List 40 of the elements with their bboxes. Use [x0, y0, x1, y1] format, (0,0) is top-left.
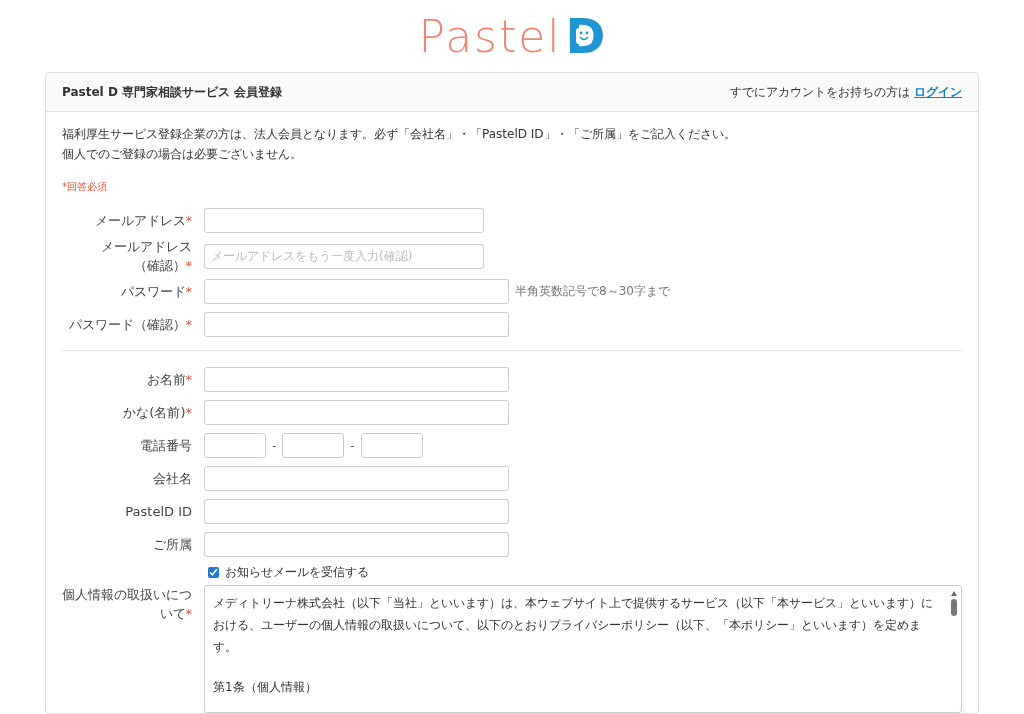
text-input-field[interactable]	[204, 367, 509, 392]
privacy-policy-box[interactable]: メディトリーナ株式会社（以下「当社」といいます）は、本ウェブサイト上で提供するサービス（以下「本サービス」といいます）における、ユーザーの個人情報の取扱いについて、以下のとおりプライバシーポリシー（以下、「本ポリシー」といいます）を定めます。 第1条（個人情報）	[204, 585, 962, 713]
phone-input-field[interactable]	[204, 433, 266, 458]
field-label: 個人情報の取扱いについて*	[62, 586, 192, 623]
field-hint: 半角英数記号で8～30字まで	[515, 283, 670, 300]
policy-paragraph: 第1条（個人情報）	[213, 679, 318, 696]
field-label: メールアドレス*	[93, 212, 192, 230]
field-label: お名前*	[145, 371, 192, 389]
login-prompt: すでにアカウントをお持ちの方は	[730, 83, 910, 101]
text-input-field[interactable]	[204, 466, 509, 491]
intro-text: 福利厚生サービス登録企業の方は、法人会員となります。必ず「会社名」・「PastelD ID」・「ご所属」をご記入ください。	[62, 126, 737, 143]
field-label: メールアドレス（確認）*	[100, 238, 192, 275]
logo-letter: D	[565, 8, 606, 64]
text-input-field[interactable]	[204, 279, 509, 304]
field-label: PastelD ID	[124, 503, 192, 521]
phone-input-field[interactable]	[282, 433, 345, 458]
logo-text: Pastel	[418, 10, 562, 62]
field-label: パスワード（確認）*	[67, 316, 192, 334]
newsletter-checkbox[interactable]: お知らせメールを受信する	[204, 561, 962, 583]
field-label: パスワード*	[119, 283, 192, 301]
checkbox-label: お知らせメールを受信する	[225, 563, 369, 581]
phone-separator: -	[272, 438, 277, 453]
login-link[interactable]: ログイン	[914, 83, 962, 101]
text-input-field[interactable]	[204, 400, 509, 425]
text-input-field[interactable]	[204, 208, 484, 233]
policy-paragraph: メディトリーナ株式会社（以下「当社」といいます）は、本ウェブサイト上で提供するサービス（以下「本サービス」といいます）における、ユーザーの個人情報の取扱いについて、以下のとおりプライバシーポリシー（以下、「本ポリシー」といいます）を定めます。	[213, 595, 934, 656]
text-input-field[interactable]	[204, 312, 509, 337]
phone-separator: -	[350, 438, 355, 453]
field-label: ご所属	[152, 536, 192, 554]
required-note: *回答必須	[62, 180, 108, 194]
scrollbar-icon[interactable]	[949, 590, 959, 616]
text-input-field[interactable]	[204, 532, 509, 557]
phone-input-field[interactable]	[360, 433, 423, 458]
field-label: 電話番号	[139, 437, 192, 455]
checkbox[interactable]	[208, 566, 219, 578]
intro-text: 個人でのご登録の場合は必要ございません。	[62, 146, 303, 163]
field-label: 会社名	[152, 470, 192, 488]
field-label: かな(名前)*	[122, 404, 192, 422]
text-input-field[interactable]	[204, 499, 509, 524]
card-title: Pastel D 専門家相談サービス 会員登録	[62, 83, 283, 101]
